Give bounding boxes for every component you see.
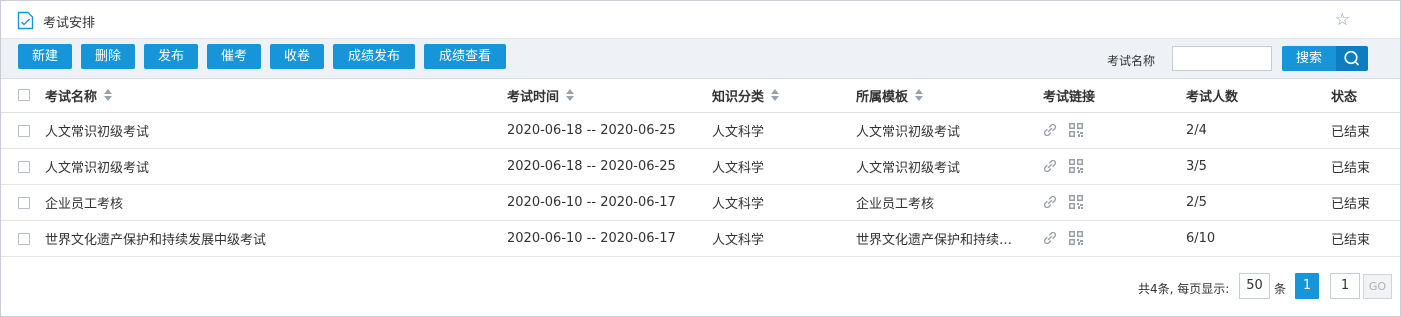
search-icon xyxy=(1344,50,1360,66)
exam-schedule-panel: 考试安排 ☆ 新建 删除 发布 催考 收卷 成绩发布 成绩查看 考试名称 搜索 … xyxy=(0,0,1401,317)
exam-name: 人文常识初级考试 xyxy=(45,125,150,140)
row-checkbox[interactable] xyxy=(18,233,30,245)
search-label: 考试名称 xyxy=(1107,54,1156,68)
publish-scores-button[interactable]: 成绩发布 xyxy=(333,44,415,69)
exam-status: 已结束 xyxy=(1331,125,1371,140)
link-icon[interactable] xyxy=(1042,194,1058,210)
goto-page-input[interactable]: 1 xyxy=(1330,273,1360,299)
delete-button[interactable]: 删除 xyxy=(81,44,135,69)
exam-count: 2/4 xyxy=(1186,123,1207,138)
page-size-select[interactable]: 50 xyxy=(1239,273,1270,299)
exam-category: 人文科学 xyxy=(712,161,765,176)
link-icon[interactable] xyxy=(1042,158,1058,174)
exam-name: 世界文化遗产保护和持续发展中级考试 xyxy=(45,233,267,248)
page-title: 考试安排 xyxy=(43,16,96,31)
exam-name: 企业员工考核 xyxy=(45,197,124,212)
search-button[interactable]: 搜索 xyxy=(1282,46,1336,71)
exam-status: 已结束 xyxy=(1331,233,1371,248)
table-row[interactable]: 世界文化遗产保护和持续发展中级考试 2020-06-10 -- 2020-06-… xyxy=(1,221,1400,257)
exam-status: 已结束 xyxy=(1331,197,1371,212)
page-size-unit: 条 xyxy=(1274,282,1287,296)
column-header-link: 考试链接 xyxy=(1043,90,1096,105)
column-header-template[interactable]: 所属模板 xyxy=(856,79,924,112)
pager-summary: 共4条, 每页显示: xyxy=(1138,282,1230,296)
exam-name: 人文常识初级考试 xyxy=(45,161,150,176)
exam-category: 人文科学 xyxy=(712,125,765,140)
exam-template: 人文常识初级考试 xyxy=(856,125,961,140)
view-scores-button[interactable]: 成绩查看 xyxy=(424,44,506,69)
row-checkbox[interactable] xyxy=(18,197,30,209)
toolbar: 新建 删除 发布 催考 收卷 成绩发布 成绩查看 考试名称 搜索 xyxy=(1,39,1400,79)
select-all-checkbox[interactable] xyxy=(18,89,30,101)
qr-code-icon[interactable] xyxy=(1068,158,1084,174)
sort-icon[interactable] xyxy=(566,89,575,102)
exam-time: 2020-06-10 -- 2020-06-17 xyxy=(507,195,676,210)
qr-code-icon[interactable] xyxy=(1068,194,1084,210)
link-icon[interactable] xyxy=(1042,230,1058,246)
row-checkbox[interactable] xyxy=(18,161,30,173)
sort-icon[interactable] xyxy=(104,89,113,102)
exam-template: 世界文化遗产保护和持续… xyxy=(856,233,1013,248)
row-checkbox[interactable] xyxy=(18,125,30,137)
exam-count: 2/5 xyxy=(1186,195,1207,210)
exam-template: 人文常识初级考试 xyxy=(856,161,961,176)
table-row[interactable]: 人文常识初级考试 2020-06-18 -- 2020-06-25 人文科学 人… xyxy=(1,113,1400,149)
search-input[interactable] xyxy=(1172,46,1272,71)
exam-time: 2020-06-18 -- 2020-06-25 xyxy=(507,123,676,138)
publish-button[interactable]: 发布 xyxy=(144,44,198,69)
sort-icon[interactable] xyxy=(915,89,924,102)
current-page-button[interactable]: 1 xyxy=(1295,273,1319,299)
qr-code-icon[interactable] xyxy=(1068,122,1084,138)
column-header-category[interactable]: 知识分类 xyxy=(712,79,780,112)
collect-papers-button[interactable]: 收卷 xyxy=(270,44,324,69)
sort-icon[interactable] xyxy=(771,89,780,102)
remind-button[interactable]: 催考 xyxy=(207,44,261,69)
table-header: 考试名称 考试时间 知识分类 所属模板 考试链接 考试人数 状态 xyxy=(1,79,1400,113)
column-header-time[interactable]: 考试时间 xyxy=(507,79,575,112)
table-row[interactable]: 人文常识初级考试 2020-06-18 -- 2020-06-25 人文科学 人… xyxy=(1,149,1400,185)
star-icon[interactable]: ☆ xyxy=(1335,12,1350,29)
column-header-count: 考试人数 xyxy=(1186,90,1239,105)
link-icon[interactable] xyxy=(1042,122,1058,138)
exam-status: 已结束 xyxy=(1331,161,1371,176)
table-row[interactable]: 企业员工考核 2020-06-10 -- 2020-06-17 人文科学 企业员… xyxy=(1,185,1400,221)
exam-category: 人文科学 xyxy=(712,197,765,212)
document-icon xyxy=(17,11,34,30)
qr-code-icon[interactable] xyxy=(1068,230,1084,246)
exam-category: 人文科学 xyxy=(712,233,765,248)
exam-time: 2020-06-18 -- 2020-06-25 xyxy=(507,159,676,174)
search-icon-button[interactable] xyxy=(1336,46,1368,71)
column-header-name[interactable]: 考试名称 xyxy=(45,79,113,112)
exam-count: 3/5 xyxy=(1186,159,1207,174)
title-bar: 考试安排 ☆ xyxy=(1,1,1400,39)
new-button[interactable]: 新建 xyxy=(18,44,72,69)
go-button[interactable]: GO xyxy=(1363,274,1392,299)
exam-time: 2020-06-10 -- 2020-06-17 xyxy=(507,231,676,246)
column-header-status: 状态 xyxy=(1331,90,1358,105)
exam-template: 企业员工考核 xyxy=(856,197,935,212)
exam-count: 6/10 xyxy=(1186,231,1216,246)
